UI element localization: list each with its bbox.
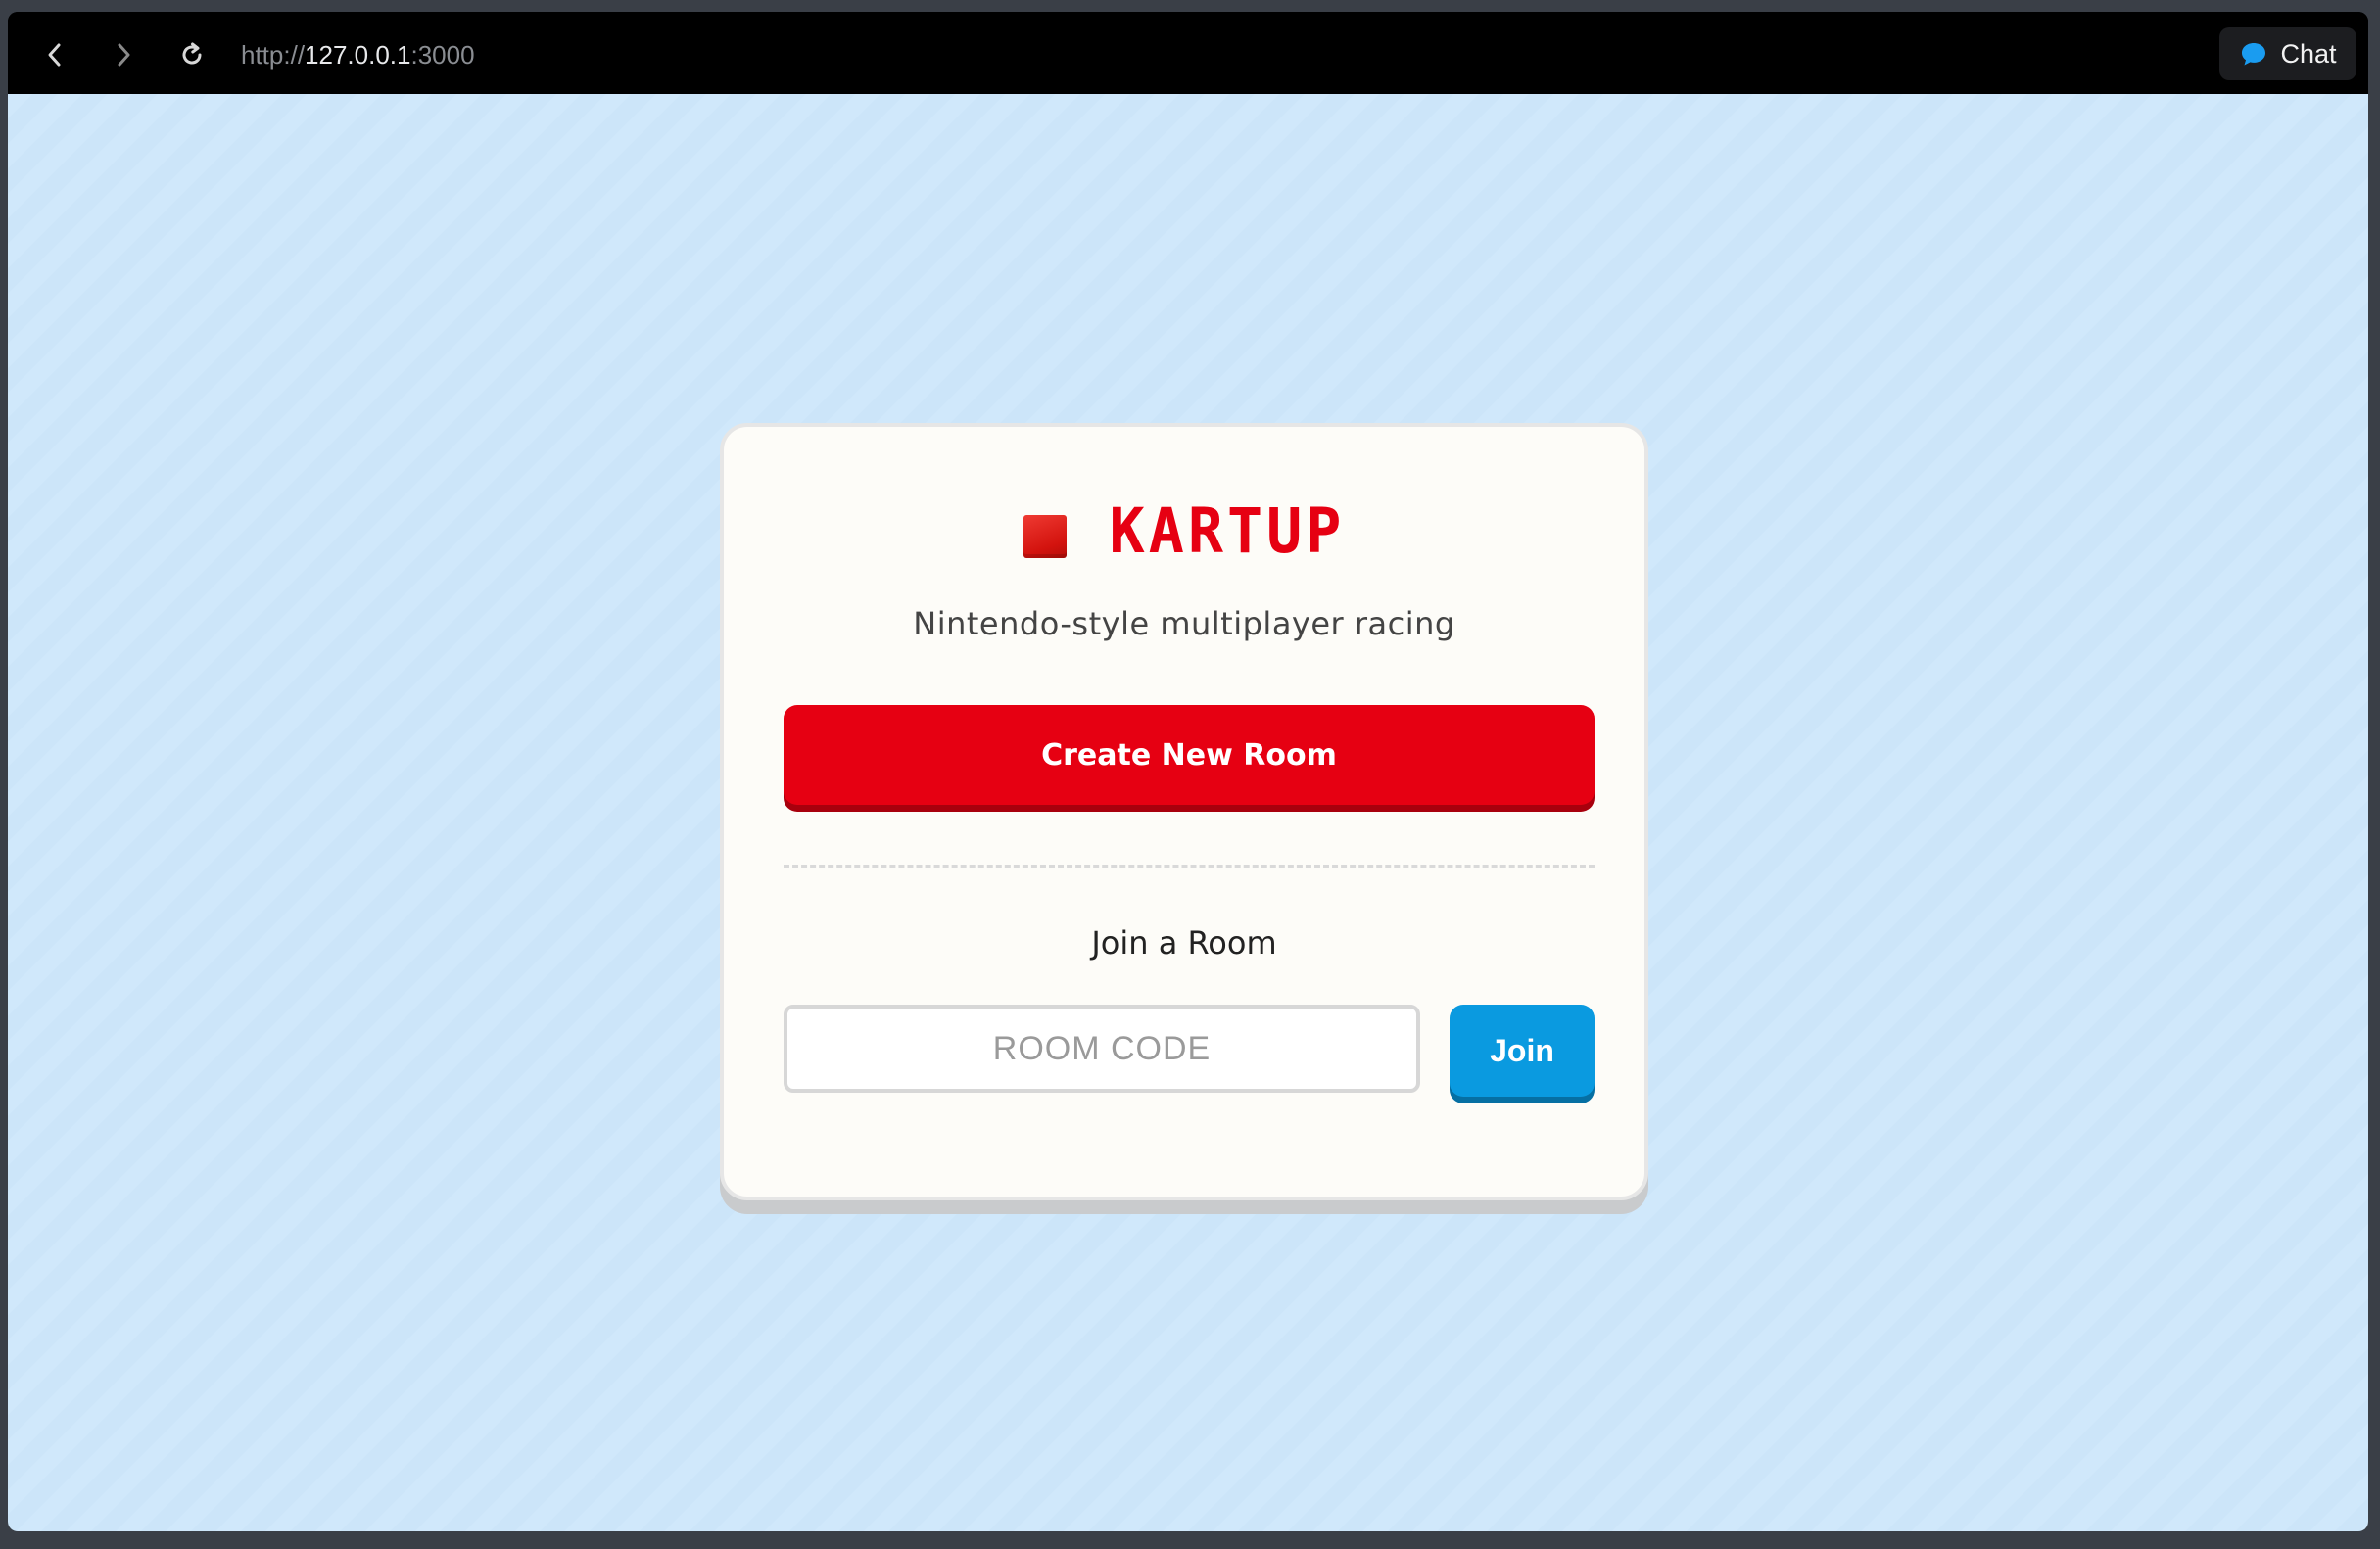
app-subtitle: Nintendo-style multiplayer racing [913, 605, 1455, 642]
chat-button[interactable]: Chat [2219, 27, 2356, 80]
section-divider [784, 865, 1595, 868]
browser-toolbar: http://127.0.0.1:3000 Chat [8, 12, 2368, 94]
create-room-button[interactable]: Create New Room [784, 705, 1595, 805]
chat-bubble-icon [2242, 43, 2266, 66]
join-button[interactable]: Join [1450, 1005, 1595, 1097]
app-title: KARTUP [1109, 495, 1346, 568]
lobby-card: KARTUP Nintendo-style multiplayer racing… [720, 423, 1648, 1200]
chevron-left-icon [48, 43, 61, 67]
url-host: 127.0.0.1 [305, 40, 411, 70]
room-code-input[interactable] [784, 1005, 1420, 1093]
reload-button[interactable] [170, 33, 214, 76]
page-viewport: KARTUP Nintendo-style multiplayer racing… [8, 94, 2368, 1531]
url-port: :3000 [410, 40, 475, 70]
address-bar[interactable]: http://127.0.0.1:3000 [241, 37, 475, 72]
browser-window: http://127.0.0.1:3000 Chat KARTUP Ninten… [8, 12, 2368, 1531]
red-square-icon [1023, 515, 1067, 558]
chevron-right-icon [118, 43, 130, 67]
forward-button[interactable] [102, 33, 145, 76]
join-heading: Join a Room [1091, 924, 1277, 962]
brand-header: KARTUP [724, 495, 1644, 568]
back-button[interactable] [33, 33, 76, 76]
reload-icon [182, 42, 202, 65]
chat-label: Chat [2280, 38, 2337, 69]
url-scheme: http:// [241, 40, 306, 70]
